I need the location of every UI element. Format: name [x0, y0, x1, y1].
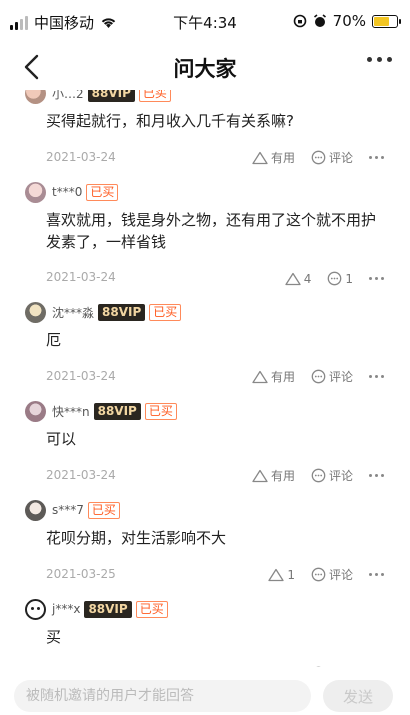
alarm-icon — [313, 14, 326, 27]
helpful-count: 1 — [287, 567, 295, 582]
comment-bubble-icon — [311, 369, 326, 384]
answer-user-row: 快***n 88VIP 已买 — [25, 400, 177, 422]
helpful-button[interactable]: 1 — [268, 568, 295, 582]
comment-label: 评论 — [328, 469, 353, 483]
answer-item: t***0 已买 喜欢就用，钱是身外之物，还有用了这个就不用护发素了，一样省钱 … — [0, 175, 410, 295]
answer-actions: 4 1 — [285, 271, 384, 286]
avatar[interactable] — [25, 301, 46, 323]
more-options-icon[interactable] — [367, 57, 392, 62]
rotation-lock-icon — [293, 14, 306, 28]
answer-actions: 有用 评论 — [252, 149, 384, 166]
comment-bubble-icon — [311, 567, 326, 582]
username: j***x — [52, 602, 81, 616]
answer-user-row: 小…2 88VIP 已买 — [25, 90, 171, 104]
answer-user-row: s***7 已买 — [25, 499, 120, 521]
answer-user-row: t***0 已买 — [25, 181, 119, 203]
answer-user-row: 沈***淼 88VIP 已买 — [25, 301, 182, 323]
answer-list-inner: 小…2 88VIP 已买 买得起就行，和月收入几千有关系嘛? 2021-03-2… — [0, 90, 410, 667]
comment-bubble-icon — [328, 271, 342, 286]
bought-badge: 已买 — [86, 183, 119, 201]
comment-label: 评论 — [328, 151, 353, 165]
item-more-icon[interactable] — [369, 573, 384, 576]
helpful-label: 有用 — [270, 151, 295, 165]
status-right: 70% — [293, 12, 401, 30]
comment-button[interactable]: 1 — [327, 271, 353, 286]
answer-item: 沈***淼 88VIP 已买 厄 2021-03-24 有用 评论 — [0, 295, 410, 394]
item-more-icon[interactable] — [369, 474, 384, 477]
item-more-icon[interactable] — [369, 277, 384, 280]
reply-bar: 发送 — [0, 667, 410, 715]
reply-input[interactable] — [14, 680, 311, 712]
vip-badge: 88VIP — [98, 303, 146, 321]
comment-label: 评论 — [328, 568, 353, 582]
nav-bar: 问大家 — [0, 44, 410, 90]
comment-bubble-icon — [311, 468, 326, 483]
comment-button[interactable]: 评论 — [311, 149, 353, 166]
thumb-triangle-icon — [252, 370, 268, 383]
answer-date: 2021-03-24 — [46, 270, 116, 284]
comment-button[interactable]: 评论 — [311, 467, 353, 484]
username: 快***n — [52, 404, 90, 419]
avatar[interactable] — [25, 400, 46, 422]
answer-text: 买得起就行，和月收入几千有关系嘛? — [46, 112, 294, 130]
comment-button[interactable]: 评论 — [311, 368, 353, 385]
answer-actions: 有用 评论 — [252, 467, 384, 484]
avatar[interactable] — [25, 499, 46, 521]
username: 沈***淼 — [52, 305, 95, 320]
comment-label: 评论 — [328, 370, 353, 384]
send-button[interactable]: 发送 — [323, 680, 393, 712]
vip-badge: 88VIP — [84, 600, 132, 618]
answer-date: 2021-03-24 — [46, 369, 116, 383]
thumb-triangle-icon — [252, 151, 268, 164]
helpful-label: 有用 — [270, 370, 295, 384]
answer-item: j***x 88VIP 已买 买 2021-03-24 1 评论 — [0, 592, 410, 667]
helpful-button[interactable]: 4 — [285, 271, 312, 286]
answer-text: 厄 — [46, 331, 62, 349]
item-more-icon[interactable] — [369, 156, 384, 159]
comment-bubble-icon — [311, 150, 326, 165]
answer-date: 2021-03-24 — [46, 150, 116, 164]
username: s***7 — [52, 503, 84, 517]
bought-badge: 已买 — [149, 303, 182, 321]
answer-date: 2021-03-24 — [46, 468, 116, 482]
answer-actions: 有用 评论 — [252, 368, 384, 385]
avatar[interactable] — [25, 598, 46, 620]
bought-badge: 已买 — [87, 501, 120, 519]
answer-list[interactable]: 小…2 88VIP 已买 买得起就行，和月收入几千有关系嘛? 2021-03-2… — [0, 90, 410, 667]
thumb-triangle-icon — [252, 469, 268, 482]
status-bar: 中国移动 下午4:34 70% — [0, 0, 410, 44]
battery-percent: 70% — [332, 12, 366, 30]
bought-badge: 已买 — [138, 90, 171, 102]
username: t***0 — [52, 185, 83, 199]
avatar[interactable] — [25, 90, 46, 104]
thumb-triangle-icon — [268, 568, 284, 581]
avatar[interactable] — [25, 181, 46, 203]
username: 小…2 — [52, 90, 84, 101]
bought-badge: 已买 — [135, 600, 168, 618]
answer-actions: 1 评论 — [268, 566, 384, 583]
comment-count: 1 — [345, 271, 353, 286]
thumb-triangle-icon — [285, 272, 301, 285]
answer-text: 花呗分期，对生活影响不大 — [46, 529, 227, 547]
answer-date: 2021-03-25 — [46, 567, 116, 581]
battery-icon — [372, 14, 401, 28]
helpful-button[interactable]: 有用 — [252, 368, 295, 385]
vip-badge: 88VIP — [93, 402, 141, 420]
vip-badge: 88VIP — [87, 90, 135, 102]
helpful-button[interactable]: 有用 — [252, 149, 295, 166]
answer-user-row: j***x 88VIP 已买 — [25, 598, 168, 620]
answer-text: 买 — [46, 628, 62, 646]
helpful-count: 4 — [303, 271, 312, 286]
answer-text: 可以 — [46, 430, 77, 448]
bought-badge: 已买 — [144, 402, 177, 420]
page-title: 问大家 — [173, 57, 237, 81]
comment-button[interactable]: 评论 — [311, 566, 353, 583]
helpful-button[interactable]: 有用 — [252, 467, 295, 484]
answer-item: 快***n 88VIP 已买 可以 2021-03-24 有用 评论 — [0, 394, 410, 493]
answer-text: 喜欢就用，钱是身外之物，还有用了这个就不用护发素了，一样省钱 — [46, 211, 377, 251]
helpful-label: 有用 — [270, 469, 295, 483]
answer-item: s***7 已买 花呗分期，对生活影响不大 2021-03-25 1 评论 — [0, 493, 410, 592]
answer-item: 小…2 88VIP 已买 买得起就行，和月收入几千有关系嘛? 2021-03-2… — [0, 90, 410, 175]
item-more-icon[interactable] — [369, 375, 384, 378]
